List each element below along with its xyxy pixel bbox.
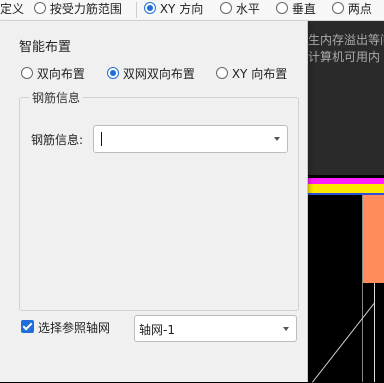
radio-icon[interactable] [332, 2, 344, 14]
ribbon-define-label[interactable]: 定义 [0, 0, 24, 20]
radio-selected-icon[interactable] [144, 2, 156, 14]
ribbon-option-two-points[interactable]: 两点 [332, 0, 372, 20]
mode-option-bidirectional[interactable]: 双向布置 [21, 65, 85, 82]
mode-option-label: 双网双向布置 [122, 67, 195, 81]
ribbon-option-label: 垂直 [291, 2, 316, 16]
radio-selected-icon[interactable] [107, 67, 119, 79]
chevron-down-icon[interactable] [274, 137, 280, 141]
radio-icon[interactable] [21, 67, 33, 79]
checkbox-checked-icon[interactable] [21, 320, 34, 333]
ribbon-toolbar: 定义 按受力筋范围 XY 方向 水平 垂直 两点 [0, 0, 384, 21]
ribbon-option-label: 两点 [347, 2, 372, 16]
radio-icon[interactable] [220, 2, 232, 14]
mode-option-label: XY 向布置 [231, 67, 288, 81]
dialog-title: 智能布置 [19, 40, 72, 55]
mode-option-label: 双向布置 [36, 67, 85, 81]
ribbon-option-label: 按受力筋范围 [49, 2, 122, 16]
rebar-info-group-title: 钢筋信息 [29, 89, 84, 106]
mode-option-double-net[interactable]: 双网双向布置 [107, 65, 195, 82]
axis-grid-select-value: 轴网-1 [139, 323, 175, 337]
ribbon-option-label: XY 方向 [159, 2, 204, 16]
radio-icon[interactable] [216, 67, 228, 79]
canvas-gray-vline [362, 195, 363, 382]
reference-axis-grid-label[interactable]: 选择参照轴网 [38, 319, 110, 336]
ribbon-option-label: 水平 [235, 2, 260, 16]
chevron-down-icon[interactable] [283, 327, 289, 331]
ribbon-option-xy-direction[interactable]: XY 方向 [144, 0, 203, 20]
smart-layout-dialog: 智能布置 双向布置 双网双向布置 XY 向布置 钢筋信息 钢筋信息: 选择参照轴… [0, 21, 308, 382]
canvas-hint-text-2: 计算机可用内 [308, 50, 381, 64]
canvas-orange-block-right [363, 195, 384, 283]
mode-option-xy[interactable]: XY 向布置 [216, 65, 287, 82]
ribbon-option-horizontal[interactable]: 水平 [220, 0, 260, 20]
axis-grid-select[interactable]: 轴网-1 [134, 315, 297, 342]
radio-icon[interactable] [34, 2, 46, 14]
radio-icon[interactable] [276, 2, 288, 14]
canvas-yellow-band [307, 184, 384, 193]
ribbon-option-force-range[interactable]: 按受力筋范围 [34, 0, 122, 20]
canvas-hint-text-1: 生内存溢出等问 [308, 33, 384, 47]
rebar-info-label: 钢筋信息: [31, 133, 84, 147]
ribbon-separator [136, 2, 137, 18]
canvas-white-vline [374, 283, 375, 382]
ribbon-option-vertical[interactable]: 垂直 [276, 0, 316, 20]
text-cursor [101, 132, 102, 146]
rebar-info-combobox[interactable] [93, 125, 288, 153]
